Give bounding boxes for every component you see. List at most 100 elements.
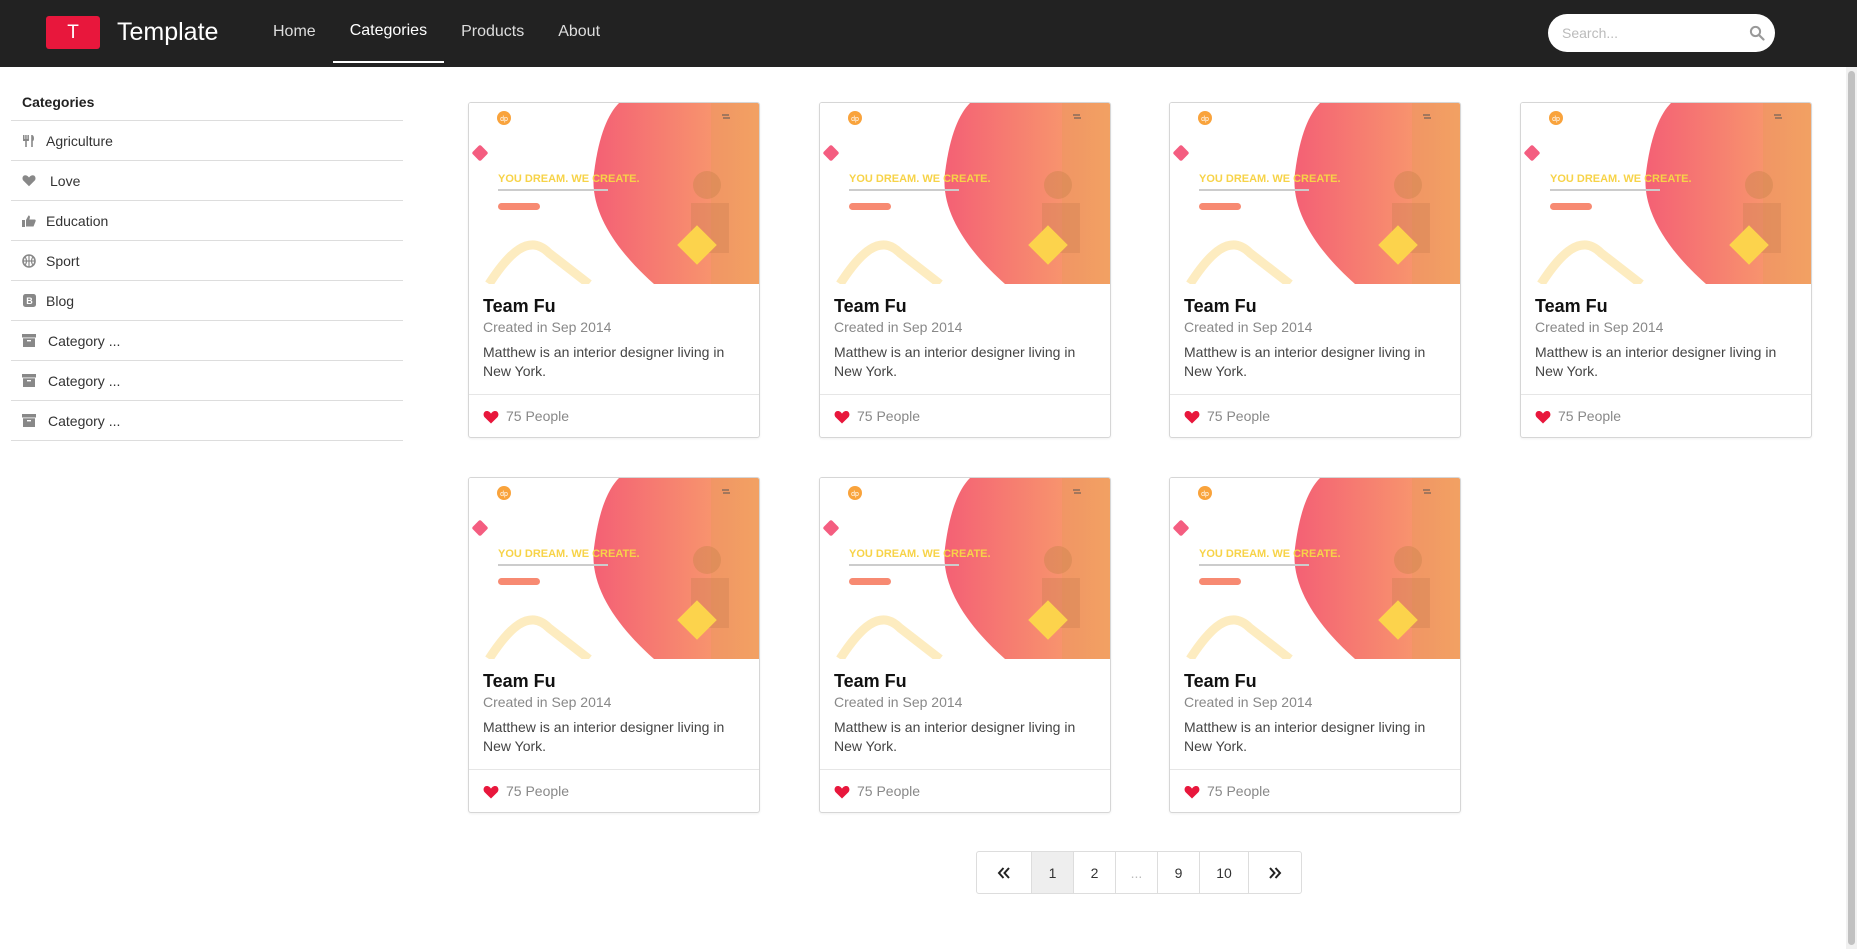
product-card[interactable]: dp YOU DREAM. WE CREATE. Team Fu Created… bbox=[468, 477, 760, 813]
people-count: 75 People bbox=[1207, 783, 1271, 799]
card-image[interactable]: dp YOU DREAM. WE CREATE. bbox=[1170, 103, 1460, 284]
brand-name[interactable]: Template bbox=[117, 18, 218, 47]
card-title[interactable]: Team Fu bbox=[834, 671, 907, 692]
sidebar-item-label: Blog bbox=[46, 292, 75, 309]
product-card[interactable]: dp YOU DREAM. WE CREATE. Team Fu Created… bbox=[468, 102, 760, 438]
card-thumbnail: dp YOU DREAM. WE CREATE. bbox=[1170, 103, 1460, 284]
sidebar-item-category-1[interactable]: Category ... bbox=[11, 321, 403, 361]
heart-icon[interactable] bbox=[1184, 785, 1200, 799]
page-button-9[interactable]: 9 bbox=[1158, 852, 1200, 893]
sidebar-item-label: Love bbox=[50, 172, 81, 189]
card-image[interactable]: dp YOU DREAM. WE CREATE. bbox=[1170, 478, 1460, 659]
search-icon[interactable] bbox=[1749, 25, 1765, 41]
card-created-date: Created in Sep 2014 bbox=[834, 694, 963, 710]
svg-text:dp: dp bbox=[1201, 116, 1209, 123]
top-navbar: T Template Home Categories Products Abou… bbox=[0, 0, 1857, 67]
sidebar-title: Categories bbox=[11, 84, 403, 121]
card-image-headline: YOU DREAM. WE CREATE. bbox=[498, 173, 640, 185]
blog-icon: B bbox=[22, 294, 36, 308]
first-page-button[interactable] bbox=[977, 852, 1032, 893]
card-thumbnail: dp YOU DREAM. WE CREATE. bbox=[820, 103, 1110, 284]
sidebar-item-label: Category ... bbox=[48, 412, 121, 429]
card-description: Matthew is an interior designer living i… bbox=[483, 344, 725, 379]
card-image-headline: YOU DREAM. WE CREATE. bbox=[849, 548, 991, 560]
sidebar-item-label: Category ... bbox=[48, 372, 121, 389]
cutlery-icon bbox=[22, 134, 36, 148]
sidebar-item-label: Education bbox=[46, 212, 109, 229]
double-chevron-left-icon bbox=[997, 866, 1010, 879]
card-footer: 75 People bbox=[469, 769, 759, 812]
page-button-1[interactable]: 1 bbox=[1032, 852, 1074, 893]
product-card[interactable]: dp YOU DREAM. WE CREATE. Team Fu Created… bbox=[1520, 102, 1812, 438]
svg-text:B: B bbox=[26, 296, 33, 306]
sidebar-item-agriculture[interactable]: Agriculture bbox=[11, 121, 403, 161]
people-count: 75 People bbox=[1558, 408, 1622, 424]
sidebar-item-blog[interactable]: B Blog bbox=[11, 281, 403, 321]
card-title[interactable]: Team Fu bbox=[1535, 296, 1608, 317]
card-image[interactable]: dp YOU DREAM. WE CREATE. bbox=[820, 103, 1110, 284]
card-description: Matthew is an interior designer living i… bbox=[1184, 344, 1426, 379]
svg-text:dp: dp bbox=[851, 491, 859, 498]
search-box bbox=[1548, 14, 1775, 52]
card-title[interactable]: Team Fu bbox=[1184, 296, 1257, 317]
sidebar-item-education[interactable]: Education bbox=[11, 201, 403, 241]
card-title[interactable]: Team Fu bbox=[834, 296, 907, 317]
category-sidebar: Categories Agriculture Love Education Sp… bbox=[11, 84, 403, 441]
people-count: 75 People bbox=[857, 783, 921, 799]
product-card[interactable]: dp YOU DREAM. WE CREATE. Team Fu Created… bbox=[819, 102, 1111, 438]
archive-icon bbox=[22, 374, 36, 388]
heart-icon[interactable] bbox=[1535, 410, 1551, 424]
card-title[interactable]: Team Fu bbox=[483, 671, 556, 692]
sidebar-item-sport[interactable]: Sport bbox=[11, 241, 403, 281]
card-thumbnail: dp YOU DREAM. WE CREATE. bbox=[1170, 478, 1460, 659]
card-image[interactable]: dp YOU DREAM. WE CREATE. bbox=[1521, 103, 1811, 284]
heart-icon[interactable] bbox=[834, 785, 850, 799]
nav-categories[interactable]: Categories bbox=[332, 0, 445, 63]
card-title[interactable]: Team Fu bbox=[1184, 671, 1257, 692]
search-input[interactable] bbox=[1562, 23, 1732, 43]
svg-text:dp: dp bbox=[1552, 116, 1560, 123]
card-footer: 75 People bbox=[1170, 394, 1460, 437]
people-count: 75 People bbox=[1207, 408, 1271, 424]
sidebar-item-label: Sport bbox=[46, 252, 80, 269]
card-created-date: Created in Sep 2014 bbox=[1184, 694, 1313, 710]
page-button-2[interactable]: 2 bbox=[1074, 852, 1116, 893]
card-description: Matthew is an interior designer living i… bbox=[834, 719, 1076, 754]
sidebar-item-category-3[interactable]: Category ... bbox=[11, 401, 403, 441]
card-created-date: Created in Sep 2014 bbox=[483, 694, 612, 710]
card-created-date: Created in Sep 2014 bbox=[483, 319, 612, 335]
heart-icon[interactable] bbox=[834, 410, 850, 424]
card-description: Matthew is an interior designer living i… bbox=[483, 719, 725, 754]
product-card[interactable]: dp YOU DREAM. WE CREATE. Team Fu Created… bbox=[1169, 102, 1461, 438]
double-chevron-right-icon bbox=[1269, 866, 1282, 879]
card-description: Matthew is an interior designer living i… bbox=[1535, 344, 1777, 379]
card-created-date: Created in Sep 2014 bbox=[834, 319, 963, 335]
brand[interactable]: T Template bbox=[46, 16, 218, 49]
heart-icon[interactable] bbox=[483, 785, 499, 799]
nav-about[interactable]: About bbox=[541, 0, 617, 63]
card-image-headline: YOU DREAM. WE CREATE. bbox=[1199, 173, 1341, 185]
nav-home[interactable]: Home bbox=[256, 0, 333, 63]
sidebar-item-category-2[interactable]: Category ... bbox=[11, 361, 403, 401]
card-image[interactable]: dp YOU DREAM. WE CREATE. bbox=[469, 103, 759, 284]
card-image[interactable]: dp YOU DREAM. WE CREATE. bbox=[469, 478, 759, 659]
scrollbar-thumb[interactable] bbox=[1848, 71, 1855, 945]
product-card[interactable]: dp YOU DREAM. WE CREATE. Team Fu Created… bbox=[819, 477, 1111, 813]
sidebar-item-love[interactable]: Love bbox=[11, 161, 403, 201]
card-image[interactable]: dp YOU DREAM. WE CREATE. bbox=[820, 478, 1110, 659]
card-image-headline: YOU DREAM. WE CREATE. bbox=[1550, 173, 1692, 185]
heart-icon[interactable] bbox=[483, 410, 499, 424]
heart-icon[interactable] bbox=[1184, 410, 1200, 424]
product-card[interactable]: dp YOU DREAM. WE CREATE. Team Fu Created… bbox=[1169, 477, 1461, 813]
card-created-date: Created in Sep 2014 bbox=[1535, 319, 1664, 335]
card-title[interactable]: Team Fu bbox=[483, 296, 556, 317]
basketball-icon bbox=[22, 253, 36, 268]
nav-links: Home Categories Products About bbox=[256, 0, 617, 67]
svg-text:dp: dp bbox=[500, 116, 508, 123]
page-button-10[interactable]: 10 bbox=[1200, 852, 1249, 893]
nav-products[interactable]: Products bbox=[444, 0, 541, 63]
last-page-button[interactable] bbox=[1249, 852, 1301, 893]
page-scrollbar[interactable] bbox=[1846, 67, 1857, 949]
brand-logo[interactable]: T bbox=[46, 16, 100, 49]
card-description: Matthew is an interior designer living i… bbox=[834, 344, 1076, 379]
